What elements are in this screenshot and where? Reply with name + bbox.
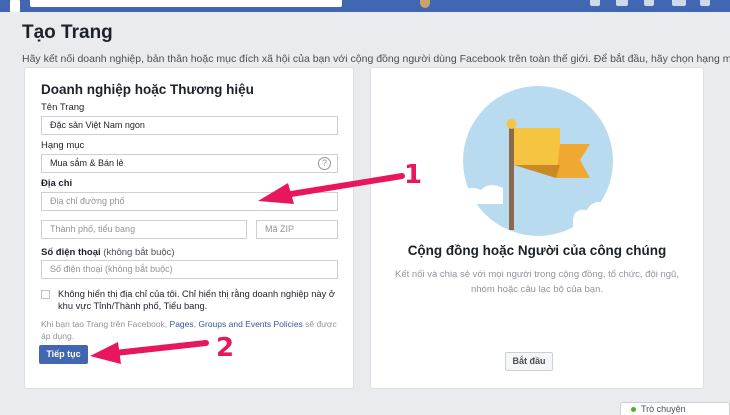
page-title: Tạo Trang <box>22 22 113 43</box>
friend-requests-icon[interactable] <box>590 0 600 6</box>
chat-label: Trò chuyện <box>641 404 686 414</box>
category-input[interactable]: Mua sắm & Bán lẻ ? <box>41 154 338 173</box>
search-input[interactable] <box>30 0 342 7</box>
help-icon[interactable] <box>672 0 686 6</box>
get-started-button[interactable]: Bắt đầu <box>505 352 553 371</box>
policy-notice: Khi bạn tạo Trang trên Facebook, Pages, … <box>41 318 341 342</box>
community-public-figure-card: Cộng đồng hoặc Người của công chúng Kết … <box>370 67 704 389</box>
business-brand-card: Doanh nghiệp hoặc Thương hiệu Tên Trang … <box>24 67 354 389</box>
street-address-input[interactable]: Địa chỉ đường phố <box>41 192 338 211</box>
business-card-title: Doanh nghiệp hoặc Thương hiệu <box>41 82 254 97</box>
groups-events-policy-link[interactable]: Groups and Events Policies <box>198 319 302 329</box>
page-description: Hãy kết nối doanh nghiệp, bản thân hoặc … <box>22 53 730 65</box>
phone-input[interactable]: Số điện thoại (không bắt buộc) <box>41 260 338 279</box>
hide-address-label: Không hiển thị địa chỉ của tôi. Chỉ hiển… <box>58 289 335 311</box>
community-card-title: Cộng đồng hoặc Người của công chúng <box>407 243 667 258</box>
address-label: Địa chỉ <box>41 178 73 189</box>
notifications-icon[interactable] <box>644 0 654 6</box>
zip-code-input[interactable]: Mã ZIP <box>256 220 338 239</box>
online-status-icon <box>631 407 636 412</box>
facebook-logo-icon[interactable] <box>10 0 20 12</box>
phone-label-text: Số điện thoại <box>41 247 101 258</box>
category-value: Mua sắm & Bán lẻ <box>50 158 124 168</box>
top-navigation-bar <box>0 0 730 12</box>
account-menu-icon[interactable] <box>700 0 710 6</box>
category-label: Hạng mục <box>41 140 85 151</box>
continue-button[interactable]: Tiếp tục <box>39 345 88 364</box>
chat-bar[interactable]: Trò chuyện <box>620 402 730 415</box>
annotation-number-1: 1 <box>404 160 423 190</box>
pages-policy-link[interactable]: Pages <box>170 319 194 329</box>
policy-prefix: Khi bạn tạo Trang trên Facebook, <box>41 319 170 329</box>
phone-optional-text: (không bắt buộc) <box>103 247 175 258</box>
question-mark-icon[interactable]: ? <box>318 157 331 170</box>
avatar[interactable] <box>420 0 430 8</box>
phone-label: Số điện thoại (không bắt buộc) <box>41 247 175 258</box>
community-card-description: Kết nối và chia sẻ với mọi người trong c… <box>395 269 679 295</box>
messenger-icon[interactable] <box>616 0 628 6</box>
page-name-label: Tên Trang <box>41 102 85 113</box>
hide-address-checkbox[interactable] <box>41 290 50 299</box>
flag-icon <box>463 86 613 236</box>
city-state-input[interactable]: Thành phố, tiểu bang <box>41 220 247 239</box>
page-name-input[interactable]: Đặc sản Việt Nam ngon <box>41 116 338 135</box>
annotation-number-2: 2 <box>216 333 235 363</box>
